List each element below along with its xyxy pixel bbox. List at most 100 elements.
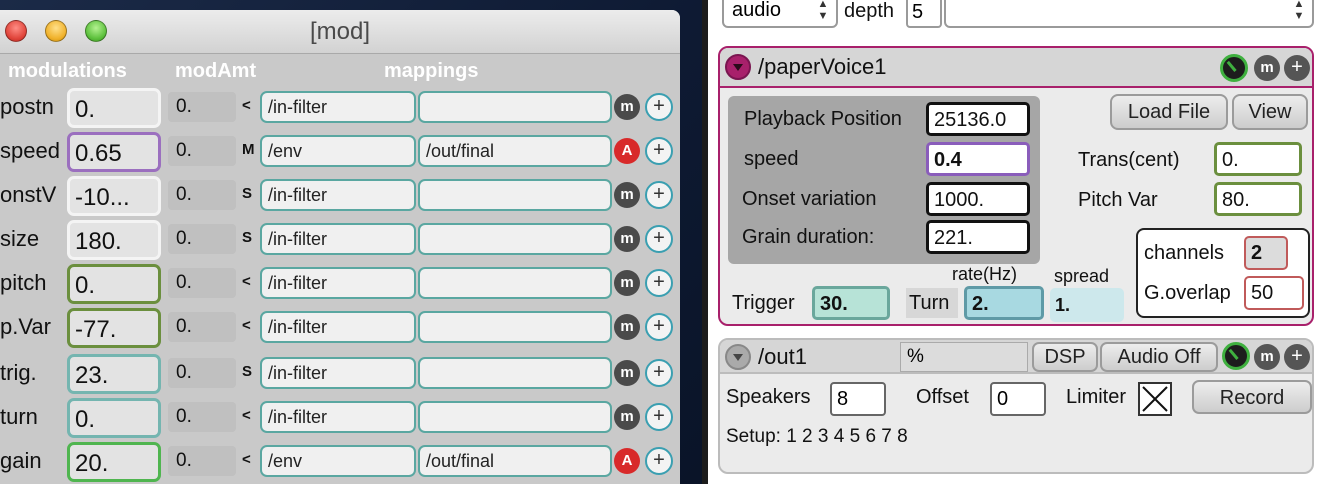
audio-select[interactable]: audio ▲ ▼ bbox=[722, 0, 838, 28]
level-knob-icon[interactable] bbox=[1220, 54, 1248, 82]
grain-duration-field[interactable]: 221. bbox=[926, 220, 1030, 254]
modulation-row: p.Var -77. 0. < /in-filter m + bbox=[0, 308, 680, 348]
modulation-name: pitch bbox=[0, 270, 47, 295]
map-mode-button[interactable]: m bbox=[614, 404, 640, 430]
percent-field[interactable]: % bbox=[900, 342, 1028, 372]
mapping-source-field[interactable]: /in-filter bbox=[260, 311, 416, 343]
map-mode-button[interactable]: m bbox=[614, 94, 640, 120]
output-level-knob-icon[interactable] bbox=[1222, 342, 1250, 370]
modulation-value-field[interactable]: 0. bbox=[67, 398, 161, 438]
map-mode-button[interactable]: m bbox=[614, 226, 640, 252]
add-mapping-button[interactable]: + bbox=[645, 313, 673, 341]
modulation-value-field[interactable]: -10... bbox=[67, 176, 161, 216]
mod-amount-field[interactable]: 0. bbox=[168, 268, 236, 298]
mapping-source-field[interactable]: /in-filter bbox=[260, 401, 416, 433]
paper-voice-header: /paperVoice1 m + bbox=[720, 48, 1312, 88]
modulations-header: modulations bbox=[8, 60, 127, 82]
modulation-value-field[interactable]: 0. bbox=[67, 88, 161, 128]
mapping-destination-field[interactable] bbox=[418, 311, 612, 343]
map-mode-button[interactable]: A bbox=[614, 448, 640, 474]
add-mapping-button[interactable]: + bbox=[645, 447, 673, 475]
mod-amount-field[interactable]: 0. bbox=[168, 224, 236, 254]
mod-mode-symbol: M bbox=[242, 141, 255, 158]
add-mapping-button[interactable]: + bbox=[645, 269, 673, 297]
add-mapping-button[interactable]: + bbox=[645, 93, 673, 121]
add-mapping-button[interactable]: + bbox=[645, 181, 673, 209]
mod-amount-field[interactable]: 0. bbox=[168, 446, 236, 476]
add-mapping-button[interactable]: + bbox=[645, 225, 673, 253]
mod-amount-field[interactable]: 0. bbox=[168, 402, 236, 432]
modulation-value-field[interactable]: 20. bbox=[67, 442, 161, 482]
collapse-toggle-icon[interactable] bbox=[725, 54, 751, 80]
trans-cent-field[interactable]: 0. bbox=[1214, 142, 1302, 176]
mod-map-button[interactable]: m bbox=[1254, 344, 1280, 370]
mapping-destination-field[interactable] bbox=[418, 357, 612, 389]
load-file-button[interactable]: Load File bbox=[1110, 94, 1228, 130]
mapping-destination-field[interactable] bbox=[418, 91, 612, 123]
mod-map-button[interactable]: m bbox=[1254, 55, 1280, 81]
depth-field[interactable]: 5 bbox=[906, 0, 942, 28]
trigger-field[interactable]: 30. bbox=[812, 286, 890, 320]
mapping-destination-field[interactable] bbox=[418, 223, 612, 255]
g-overlap-field[interactable]: 50 bbox=[1244, 276, 1304, 310]
modulation-value-field[interactable]: -77. bbox=[67, 308, 161, 348]
record-button[interactable]: Record bbox=[1192, 380, 1312, 414]
view-button[interactable]: View bbox=[1232, 94, 1308, 130]
mod-amount-field[interactable]: 0. bbox=[168, 180, 236, 210]
trigger-label: Trigger bbox=[732, 292, 795, 314]
depth-label: depth bbox=[844, 0, 895, 22]
mapping-source-field[interactable]: /in-filter bbox=[260, 223, 416, 255]
channels-field[interactable]: 2 bbox=[1244, 236, 1288, 270]
collapse-toggle-icon[interactable] bbox=[725, 344, 751, 370]
mod-titlebar: [mod] bbox=[0, 10, 680, 54]
mapping-source-field[interactable]: /in-filter bbox=[260, 267, 416, 299]
map-mode-button[interactable]: m bbox=[614, 182, 640, 208]
grain-duration-label: Grain duration: bbox=[742, 226, 875, 248]
map-mode-button[interactable]: m bbox=[614, 360, 640, 386]
mapping-destination-field[interactable]: /out/final bbox=[418, 135, 612, 167]
map-mode-button[interactable]: m bbox=[614, 270, 640, 296]
mapping-destination-field[interactable] bbox=[418, 267, 612, 299]
mapping-source-field[interactable]: /env bbox=[260, 445, 416, 477]
onset-variation-field[interactable]: 1000. bbox=[926, 182, 1030, 216]
modulation-value-field[interactable]: 0.65 bbox=[67, 132, 161, 172]
add-mapping-button[interactable]: + bbox=[645, 137, 673, 165]
modulation-row: speed 0.65 0. M/env/out/final A + bbox=[0, 132, 680, 172]
spread-field[interactable]: 1. bbox=[1050, 288, 1124, 322]
mapping-source-field[interactable]: /in-filter bbox=[260, 357, 416, 389]
add-mapping-button[interactable]: + bbox=[645, 403, 673, 431]
mapping-destination-field[interactable] bbox=[418, 401, 612, 433]
speed-field[interactable]: 0.4 bbox=[926, 142, 1030, 176]
mod-mode-symbol: < bbox=[242, 451, 251, 468]
add-mapping-button[interactable]: + bbox=[645, 359, 673, 387]
audio-off-button[interactable]: Audio Off bbox=[1100, 342, 1218, 372]
modulation-value-field[interactable]: 180. bbox=[67, 220, 161, 260]
dsp-button[interactable]: DSP bbox=[1032, 342, 1098, 372]
offset-field[interactable]: 0 bbox=[990, 382, 1046, 416]
modulation-value-field[interactable]: 0. bbox=[67, 264, 161, 304]
pitch-var-field[interactable]: 80. bbox=[1214, 182, 1302, 216]
mod-amount-field[interactable]: 0. bbox=[168, 312, 236, 342]
stepper-arrows-icon: ▲ ▼ bbox=[817, 0, 829, 22]
mod-mode-symbol: < bbox=[242, 407, 251, 424]
mod-amount-field[interactable]: 0. bbox=[168, 358, 236, 388]
rate-hz-field[interactable]: 2. bbox=[964, 286, 1044, 320]
mod-amount-field[interactable]: 0. bbox=[168, 136, 236, 166]
modulation-value-field[interactable]: 23. bbox=[67, 354, 161, 394]
speakers-field[interactable]: 8 bbox=[830, 382, 886, 416]
stepper-arrows-icon: ▲ ▼ bbox=[1293, 0, 1305, 22]
mapping-destination-field[interactable] bbox=[418, 179, 612, 211]
map-mode-button[interactable]: m bbox=[614, 314, 640, 340]
limiter-checkbox[interactable] bbox=[1138, 382, 1172, 416]
mapping-source-field[interactable]: /in-filter bbox=[260, 91, 416, 123]
device-select[interactable]: ▲ ▼ bbox=[944, 0, 1314, 28]
playback-position-field[interactable]: 25136.0 bbox=[926, 102, 1030, 136]
mod-mode-symbol: < bbox=[242, 97, 251, 114]
mapping-destination-field[interactable]: /out/final bbox=[418, 445, 612, 477]
add-button[interactable]: + bbox=[1284, 344, 1310, 370]
mapping-source-field[interactable]: /in-filter bbox=[260, 179, 416, 211]
map-mode-button[interactable]: A bbox=[614, 138, 640, 164]
mod-amount-field[interactable]: 0. bbox=[168, 92, 236, 122]
mapping-source-field[interactable]: /env bbox=[260, 135, 416, 167]
add-button[interactable]: + bbox=[1284, 55, 1310, 81]
